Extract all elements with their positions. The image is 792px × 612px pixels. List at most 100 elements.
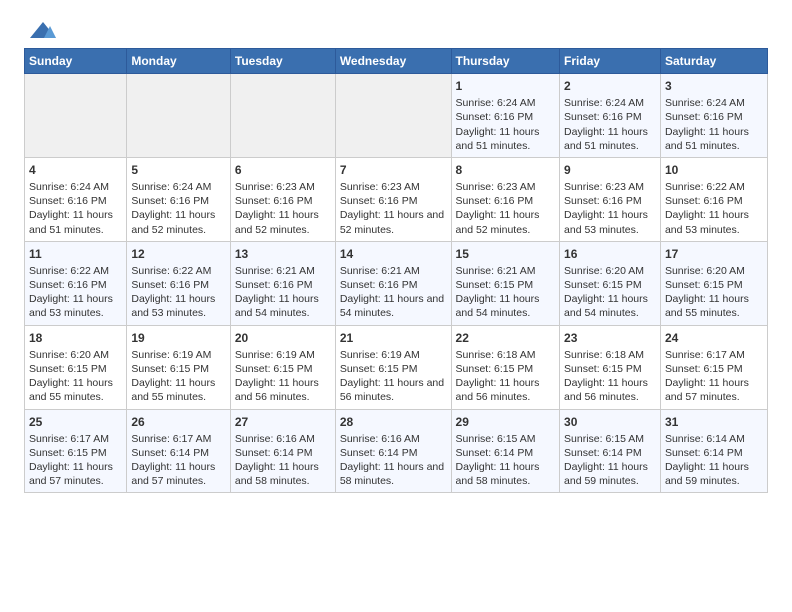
day-info: Sunrise: 6:22 AM (665, 181, 745, 193)
day-number: 2 (564, 78, 656, 94)
calendar-cell-week1-day3: 7Sunrise: 6:23 AMSunset: 6:16 PMDaylight… (335, 157, 451, 241)
day-info: Sunset: 6:16 PM (564, 195, 642, 207)
day-info: Sunset: 6:15 PM (665, 279, 743, 291)
day-number: 25 (29, 414, 122, 430)
day-info: Daylight: 11 hours and 54 minutes. (340, 293, 444, 319)
day-info: Sunrise: 6:21 AM (340, 265, 420, 277)
calendar-header-friday: Friday (560, 49, 661, 74)
day-info: Daylight: 11 hours and 55 minutes. (665, 293, 749, 319)
day-info: Daylight: 11 hours and 51 minutes. (665, 126, 749, 152)
day-info: Sunset: 6:15 PM (340, 363, 418, 375)
day-number: 19 (131, 330, 226, 346)
day-info: Sunrise: 6:15 AM (564, 433, 644, 445)
day-info: Sunrise: 6:18 AM (456, 349, 536, 361)
day-number: 6 (235, 162, 331, 178)
day-info: Daylight: 11 hours and 52 minutes. (340, 209, 444, 235)
calendar-cell-week4-day3: 28Sunrise: 6:16 AMSunset: 6:14 PMDayligh… (335, 409, 451, 493)
calendar-cell-week4-day4: 29Sunrise: 6:15 AMSunset: 6:14 PMDayligh… (451, 409, 560, 493)
calendar-cell-week4-day6: 31Sunrise: 6:14 AMSunset: 6:14 PMDayligh… (660, 409, 767, 493)
day-number: 28 (340, 414, 447, 430)
day-number: 23 (564, 330, 656, 346)
day-number: 12 (131, 246, 226, 262)
day-info: Sunset: 6:15 PM (665, 363, 743, 375)
calendar-cell-week1-day4: 8Sunrise: 6:23 AMSunset: 6:16 PMDaylight… (451, 157, 560, 241)
day-number: 14 (340, 246, 447, 262)
day-info: Sunrise: 6:19 AM (340, 349, 420, 361)
day-info: Sunset: 6:16 PM (131, 279, 209, 291)
day-info: Sunset: 6:15 PM (456, 279, 534, 291)
calendar-cell-week0-day4: 1Sunrise: 6:24 AMSunset: 6:16 PMDaylight… (451, 74, 560, 158)
day-info: Sunset: 6:15 PM (29, 447, 107, 459)
calendar-cell-week1-day6: 10Sunrise: 6:22 AMSunset: 6:16 PMDayligh… (660, 157, 767, 241)
day-info: Sunrise: 6:20 AM (564, 265, 644, 277)
day-number: 13 (235, 246, 331, 262)
calendar-cell-week2-day2: 13Sunrise: 6:21 AMSunset: 6:16 PMDayligh… (230, 241, 335, 325)
day-info: Sunset: 6:14 PM (340, 447, 418, 459)
header (24, 20, 768, 40)
calendar-cell-week0-day0 (25, 74, 127, 158)
day-info: Sunset: 6:16 PM (564, 111, 642, 123)
day-info: Daylight: 11 hours and 57 minutes. (29, 461, 113, 487)
calendar-cell-week4-day5: 30 Sunrise: 6:15 AM Sunset: 6:14 PM Dayligh… (560, 409, 661, 493)
day-info: Sunset: 6:15 PM (456, 363, 534, 375)
day-info: Sunrise: 6:24 AM (456, 97, 536, 109)
day-number: 8 (456, 162, 556, 178)
day-info: Daylight: 11 hours and 54 minutes. (235, 293, 319, 319)
day-info: Sunrise: 6:23 AM (340, 181, 420, 193)
day-info: Daylight: 11 hours and 51 minutes. (564, 126, 648, 152)
calendar-cell-week3-day4: 22Sunrise: 6:18 AMSunset: 6:15 PMDayligh… (451, 325, 560, 409)
day-info: Sunrise: 6:14 AM (665, 433, 745, 445)
day-info: Daylight: 11 hours and 58 minutes. (456, 461, 540, 487)
calendar-week-3: 18Sunrise: 6:20 AMSunset: 6:15 PMDayligh… (25, 325, 768, 409)
day-info: Sunset: 6:16 PM (665, 195, 743, 207)
day-number: 29 (456, 414, 556, 430)
day-info: Daylight: 11 hours and 55 minutes. (29, 377, 113, 403)
day-info: Sunrise: 6:20 AM (29, 349, 109, 361)
day-info: Sunrise: 6:17 AM (131, 433, 211, 445)
day-info: Daylight: 11 hours and 52 minutes. (235, 209, 319, 235)
day-number: 16 (564, 246, 656, 262)
calendar-cell-week0-day5: 2Sunrise: 6:24 AMSunset: 6:16 PMDaylight… (560, 74, 661, 158)
calendar-cell-week1-day5: 9 Sunrise: 6:23 AM Sunset: 6:16 PM Daylight… (560, 157, 661, 241)
day-info: Daylight: 11 hours and 59 minutes. (564, 461, 648, 487)
day-info: Sunset: 6:15 PM (131, 363, 209, 375)
day-info: Sunrise: 6:18 AM (564, 349, 644, 361)
calendar-cell-week3-day2: 20Sunrise: 6:19 AMSunset: 6:15 PMDayligh… (230, 325, 335, 409)
day-number: 1 (456, 78, 556, 94)
day-number: 26 (131, 414, 226, 430)
day-info: Sunset: 6:14 PM (235, 447, 313, 459)
day-number: 30 (564, 414, 656, 430)
day-info: Daylight: 11 hours and 56 minutes. (456, 377, 540, 403)
day-number: 11 (29, 246, 122, 262)
day-number: 9 (564, 162, 656, 178)
day-info: Sunset: 6:16 PM (456, 111, 534, 123)
calendar-cell-week2-day1: 12Sunrise: 6:22 AMSunset: 6:16 PMDayligh… (127, 241, 231, 325)
calendar-cell-week3-day3: 21Sunrise: 6:19 AMSunset: 6:15 PMDayligh… (335, 325, 451, 409)
day-info: Sunset: 6:16 PM (131, 195, 209, 207)
calendar-cell-week4-day2: 27Sunrise: 6:16 AMSunset: 6:14 PMDayligh… (230, 409, 335, 493)
day-info: Daylight: 11 hours and 53 minutes. (29, 293, 113, 319)
day-info: Daylight: 11 hours and 51 minutes. (29, 209, 113, 235)
day-info: Daylight: 11 hours and 52 minutes. (131, 209, 215, 235)
calendar-header-monday: Monday (127, 49, 231, 74)
calendar-table: SundayMondayTuesdayWednesdayThursdayFrid… (24, 48, 768, 493)
day-info: Sunrise: 6:17 AM (665, 349, 745, 361)
day-info: Sunrise: 6:20 AM (665, 265, 745, 277)
day-info: Daylight: 11 hours and 53 minutes. (564, 209, 648, 235)
calendar-cell-week2-day5: 16Sunrise: 6:20 AMSunset: 6:15 PMDayligh… (560, 241, 661, 325)
day-info: Sunset: 6:16 PM (29, 195, 107, 207)
calendar-cell-week1-day2: 6Sunrise: 6:23 AMSunset: 6:16 PMDaylight… (230, 157, 335, 241)
calendar-header-sunday: Sunday (25, 49, 127, 74)
day-info: Sunrise: 6:15 AM (456, 433, 536, 445)
day-info: Daylight: 11 hours and 54 minutes. (456, 293, 540, 319)
day-info: Sunset: 6:15 PM (235, 363, 313, 375)
day-number: 20 (235, 330, 331, 346)
day-info: Daylight: 11 hours and 57 minutes. (665, 377, 749, 403)
day-info: Daylight: 11 hours and 56 minutes. (564, 377, 648, 403)
calendar-header-thursday: Thursday (451, 49, 560, 74)
day-info: Daylight: 11 hours and 52 minutes. (456, 209, 540, 235)
day-number: 27 (235, 414, 331, 430)
day-info: Sunrise: 6:23 AM (564, 181, 644, 193)
day-info: Sunset: 6:14 PM (564, 447, 642, 459)
day-info: Daylight: 11 hours and 58 minutes. (340, 461, 444, 487)
